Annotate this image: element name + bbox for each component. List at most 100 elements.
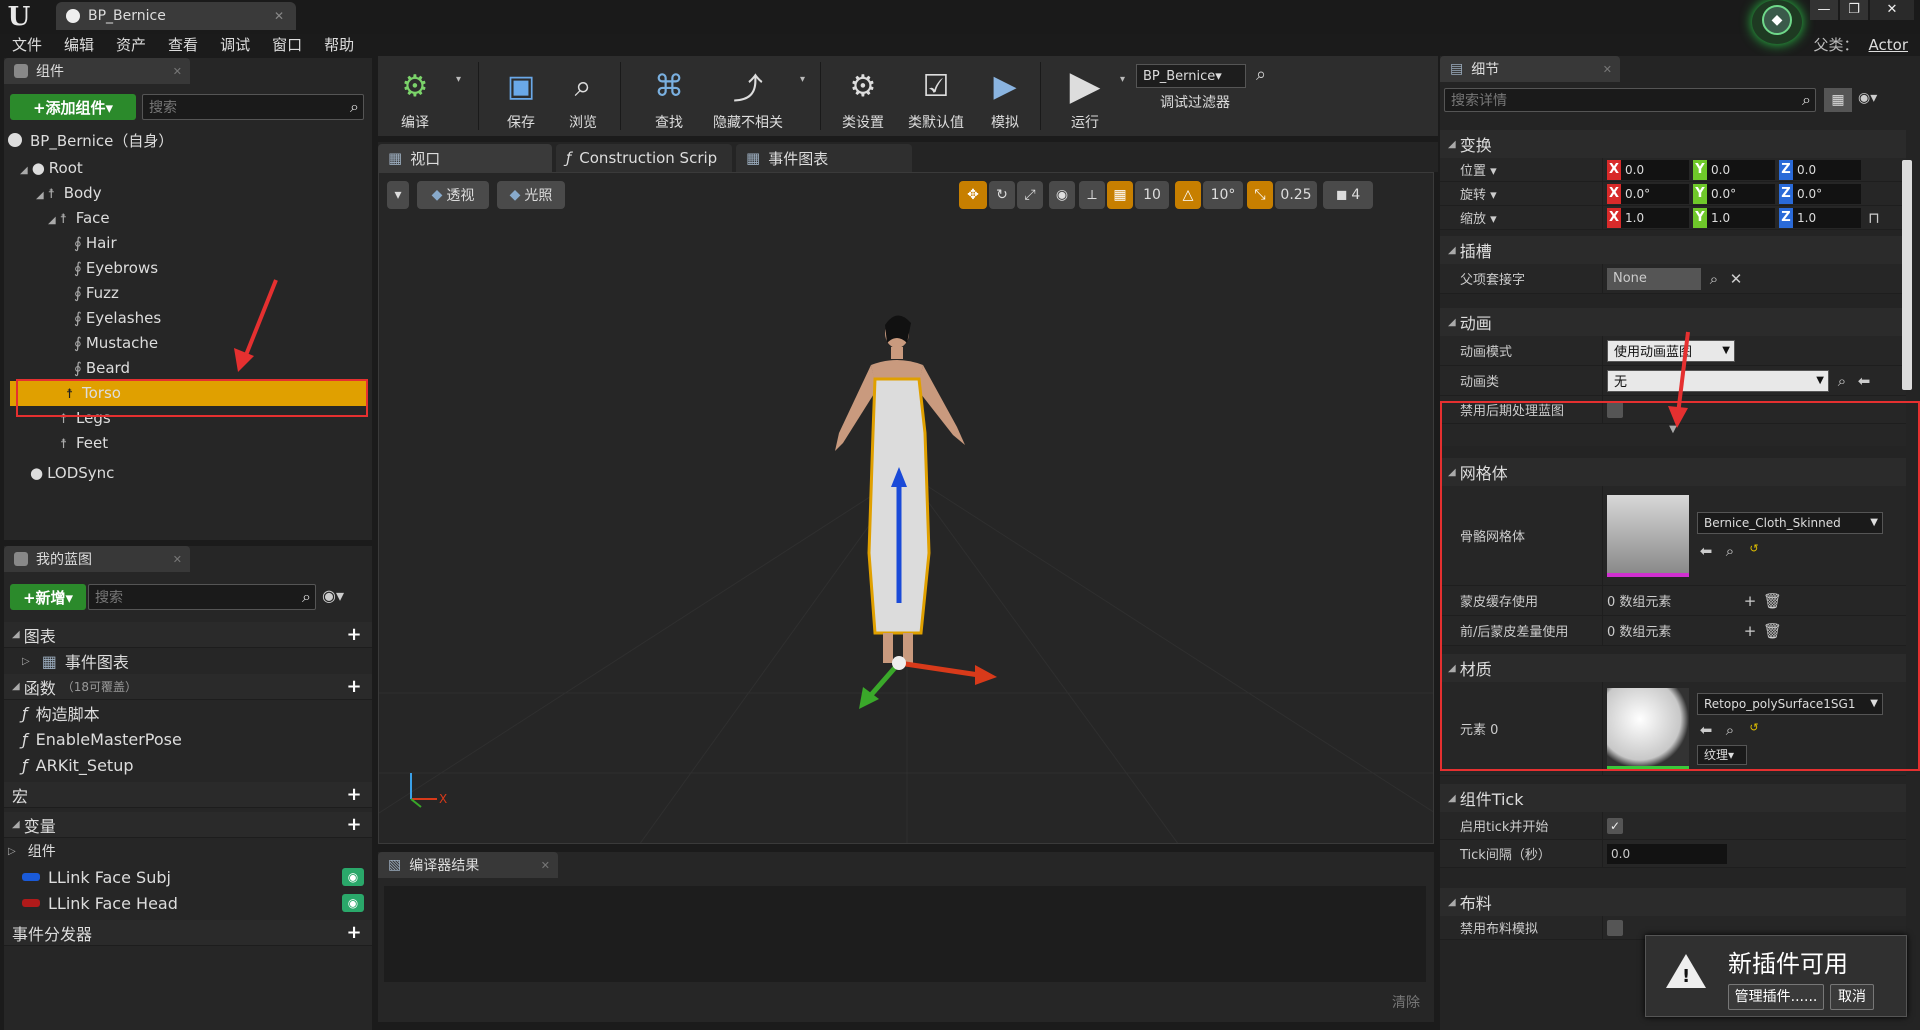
category-component-tick[interactable]: ◢ 组件Tick — [1440, 784, 1906, 812]
menu-debug[interactable]: 调试 — [220, 34, 250, 56]
location-x-field[interactable]: 0.0 — [1621, 159, 1689, 180]
coordinate-space-button[interactable]: ◉ — [1049, 181, 1075, 209]
rotation-snap-button[interactable]: △ — [1175, 181, 1201, 209]
class-settings-button[interactable]: ⚙ 类设置 — [828, 56, 898, 136]
viewport-options-button[interactable]: ▾ — [387, 181, 409, 209]
close-tab-icon[interactable]: ✕ — [274, 9, 284, 23]
debug-search-icon[interactable]: ⌕ — [1256, 64, 1266, 85]
tab-viewport[interactable]: ▦ 视口 — [378, 144, 552, 172]
cancel-button[interactable]: 取消 — [1830, 984, 1874, 1010]
function-arkit-setup[interactable]: ƒ ARKit_Setup — [4, 752, 372, 778]
section-variables[interactable]: ◢ 变量 + — [4, 812, 372, 838]
section-event-dispatchers[interactable]: 事件分发器 + — [4, 920, 372, 946]
rotation-z-field[interactable]: 0.0° — [1793, 183, 1861, 204]
section-macros[interactable]: 宏 + — [4, 782, 372, 808]
scale-snap-button[interactable]: ⤡ — [1247, 181, 1273, 209]
hide-unrelated-button[interactable]: ⤴ 隐藏不相关 — [698, 56, 798, 136]
section-functions[interactable]: ◢ 函数 （18可覆盖） + — [4, 674, 372, 700]
tree-item-feet[interactable]: ☨ Feet — [4, 431, 372, 456]
variables-components-group[interactable]: ▷ 组件 — [4, 838, 372, 864]
close-window-button[interactable]: ✕ — [1870, 0, 1914, 20]
menu-file[interactable]: 文件 — [12, 34, 42, 56]
view-options-icon[interactable]: ◉▾ — [322, 586, 344, 605]
clear-button[interactable]: 清除 — [1392, 992, 1420, 1012]
add-dispatcher-icon[interactable]: + — [344, 922, 364, 943]
function-enable-master-pose[interactable]: ƒ EnableMasterPose — [4, 726, 372, 752]
surface-snap-button[interactable]: ⟂ — [1079, 181, 1105, 209]
animation-class-select[interactable]: 无 ▼ — [1607, 369, 1829, 392]
minimize-button[interactable]: — — [1810, 0, 1838, 20]
tree-item-face[interactable]: ◢ ☨ Face — [4, 206, 372, 231]
variable-llink-face-subj[interactable]: LLink Face Subj ◉ — [4, 864, 372, 890]
location-y-field[interactable]: 0.0 — [1707, 159, 1775, 180]
document-tab[interactable]: BP_Bernice ✕ — [56, 2, 296, 30]
add-macro-icon[interactable]: + — [344, 784, 364, 805]
hide-options-icon[interactable]: ▾ — [800, 74, 805, 85]
perspective-button[interactable]: ◆ 透视 — [417, 181, 489, 209]
grid-size-button[interactable]: 10 — [1135, 181, 1169, 209]
camera-speed-button[interactable]: ◼ 4 — [1323, 181, 1373, 209]
menu-window[interactable]: 窗口 — [272, 34, 302, 56]
parent-socket-field[interactable]: None — [1607, 267, 1701, 290]
menu-view[interactable]: 查看 — [168, 34, 198, 56]
lighting-button[interactable]: ◆ 光照 — [497, 181, 565, 209]
browse-icon[interactable]: ⌕ — [1833, 372, 1851, 390]
class-defaults-button[interactable]: ☑ 类默认值 — [896, 56, 976, 136]
location-z-field[interactable]: 0.0 — [1793, 159, 1861, 180]
browse-button[interactable]: ⌕ 浏览 — [548, 56, 618, 136]
maximize-button[interactable]: ❐ — [1840, 0, 1868, 20]
event-graph-item[interactable]: ▷ ▦ 事件图表 — [4, 648, 372, 674]
start-with-tick-checkbox[interactable]: ✓ — [1607, 817, 1623, 834]
tree-item-root[interactable]: ◢ ● Root — [4, 156, 372, 181]
scale-tool-button[interactable]: ⤢ — [1017, 181, 1043, 209]
tree-item-body[interactable]: ◢ ☨ Body — [4, 181, 372, 206]
compile-options-icon[interactable]: ▾ — [456, 74, 461, 85]
tree-item-fuzz[interactable]: ∮ Fuzz — [4, 281, 372, 306]
visibility-options-icon[interactable]: ◉▾ — [1858, 90, 1877, 106]
menu-assets[interactable]: 资产 — [116, 34, 146, 56]
grid-view-icon[interactable]: ▦ — [1824, 88, 1852, 112]
tab-components[interactable]: 组件 ✕ — [4, 58, 190, 84]
details-search-input[interactable]: 搜索详情 ⌕ — [1444, 88, 1816, 112]
rotation-y-field[interactable]: 0.0° — [1707, 183, 1775, 204]
category-sockets[interactable]: ◢ 插槽 — [1440, 236, 1906, 264]
use-selected-icon[interactable]: ⬅ — [1855, 372, 1873, 390]
eye-icon[interactable]: ◉ — [342, 894, 364, 912]
tab-compiler-results[interactable]: ▧ 编译器结果 ✕ — [378, 852, 558, 878]
debug-object-select[interactable]: BP_Bernice▾ — [1136, 64, 1246, 88]
add-function-icon[interactable]: + — [344, 676, 364, 697]
category-cloth[interactable]: ◢ 布料 — [1440, 888, 1906, 916]
tree-item-eyelashes[interactable]: ∮ Eyelashes — [4, 306, 372, 331]
parent-class-link[interactable]: Actor — [1869, 36, 1908, 54]
lodsync-item[interactable]: ● LODSync — [30, 464, 114, 482]
browse-icon[interactable]: ⌕ — [1705, 270, 1723, 288]
add-graph-icon[interactable]: + — [344, 624, 364, 645]
scale-y-field[interactable]: 1.0 — [1707, 207, 1775, 228]
rotate-tool-button[interactable]: ↻ — [989, 181, 1015, 209]
section-graphs[interactable]: ◢ 图表 + — [4, 622, 372, 648]
simulate-button[interactable]: ▶ 模拟 — [970, 56, 1040, 136]
eye-icon[interactable]: ◉ — [342, 868, 364, 886]
viewport[interactable]: ▾ ◆ 透视 ◆ 光照 ✥ ↻ ⤢ ◉ ⟂ ▦ 10 △ 10° ⤡ 0.25 ◼ 4… — [378, 172, 1434, 844]
tree-item-hair[interactable]: ∮ Hair — [4, 231, 372, 256]
category-transform[interactable]: ◢ 变换 — [1440, 130, 1906, 158]
manage-plugins-button[interactable]: 管理插件...... — [1728, 984, 1824, 1010]
scale-x-field[interactable]: 1.0 — [1621, 207, 1689, 228]
tree-item-eyebrows[interactable]: ∮ Eyebrows — [4, 256, 372, 281]
rotation-x-field[interactable]: 0.0° — [1621, 183, 1689, 204]
blueprint-search-input[interactable]: 搜索 ⌕ — [88, 584, 316, 610]
tree-item-mustache[interactable]: ∮ Mustache — [4, 331, 372, 356]
tick-interval-field[interactable]: 0.0 — [1607, 843, 1727, 864]
compile-button[interactable]: ⚙ 编译 — [380, 56, 450, 136]
find-button[interactable]: ⌘ 查找 — [634, 56, 704, 136]
add-variable-icon[interactable]: + — [344, 814, 364, 835]
menu-edit[interactable]: 编辑 — [64, 34, 94, 56]
scale-z-field[interactable]: 1.0 — [1793, 207, 1861, 228]
translate-tool-button[interactable]: ✥ — [959, 181, 987, 209]
play-options-icon[interactable]: ▾ — [1120, 74, 1125, 85]
tree-item-beard[interactable]: ∮ Beard — [4, 356, 372, 381]
tab-event-graph[interactable]: ▦ 事件图表 — [736, 144, 912, 172]
clear-icon[interactable]: ✕ — [1727, 270, 1745, 288]
self-component[interactable]: BP_Bernice（自身） — [8, 128, 173, 152]
variable-llink-face-head[interactable]: LLink Face Head ◉ — [4, 890, 372, 916]
